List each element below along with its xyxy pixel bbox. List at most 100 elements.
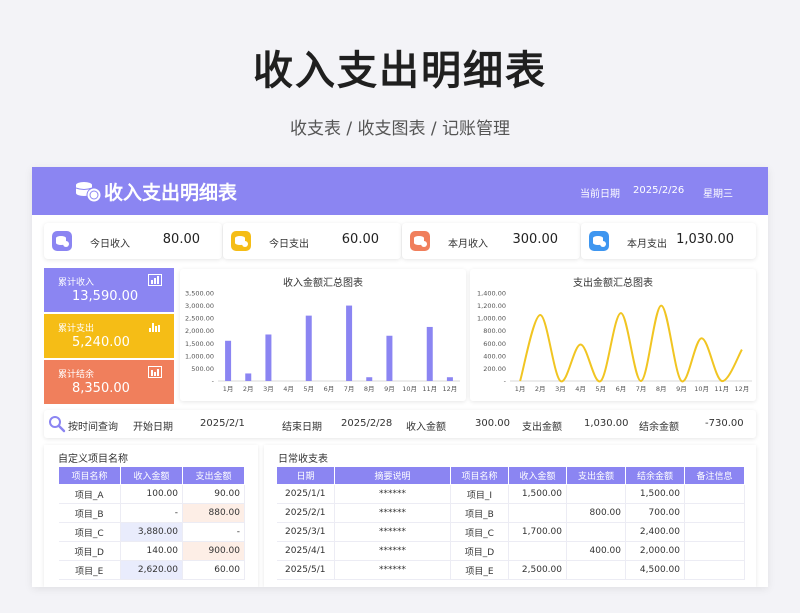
y-tick-label: 2,500.00 [185,315,214,323]
table-cell[interactable]: 900.00 [182,541,245,561]
table-cell[interactable]: 3,880.00 [120,522,183,542]
y-tick-label: - [212,378,215,386]
custom-items-panel: 自定义项目名称 项目名称 收入金额 支出金额 项目_A 100.00 90.00 项… [44,445,258,587]
table-cell[interactable]: 100.00 [120,484,183,504]
summary-value: 8,350.00 [72,381,130,396]
table-cell[interactable]: 2025/5/1 [276,560,335,580]
table-cell[interactable]: 60.00 [182,560,245,580]
table-cell[interactable]: 2025/4/1 [276,541,335,561]
x-tick-label: 9月 [676,385,687,393]
table-cell[interactable]: 项目_E [58,560,121,580]
column-header: 备注信息 [684,466,745,485]
search-icon[interactable] [48,415,66,433]
x-tick-label: 1月 [223,385,234,393]
table-cell[interactable]: 项目_C [58,522,121,542]
table-cell[interactable]: 400.00 [566,541,626,561]
column-header: 收入金额 [508,466,567,485]
table-cell[interactable]: 项目_B [450,503,509,523]
table-cell[interactable]: 800.00 [566,503,626,523]
table-row[interactable]: 2025/5/1 ****** 项目_E 2,500.00 4,500.00 [276,560,745,580]
table-row[interactable]: 2025/1/1 ****** 项目_I 1,500.00 1,500.00 [276,484,745,504]
table-cell[interactable]: 4,500.00 [625,560,685,580]
table-cell[interactable]: 项目_A [58,484,121,504]
panel-title: 日常收支表 [278,454,328,465]
table-cell[interactable]: 2025/1/1 [276,484,335,504]
table-row[interactable]: 项目_E 2,620.00 60.00 [58,560,245,580]
table-cell[interactable]: 项目_E [450,560,509,580]
table-cell[interactable]: 2,620.00 [120,560,183,580]
x-tick-label: 8月 [364,385,375,393]
column-header: 项目名称 [450,466,509,485]
table-cell[interactable]: 1,700.00 [508,522,567,542]
table-cell[interactable]: 项目_D [450,541,509,561]
expense-value: 1,030.00 [584,418,629,429]
y-tick-label: 3,500.00 [185,290,214,298]
table-cell[interactable]: - [182,522,245,542]
table-row[interactable]: 项目_B -880.00 [58,503,245,523]
table-cell[interactable]: 2,000.00 [625,541,685,561]
income-label: 收入金额 [406,422,446,433]
table-cell[interactable]: 1,500.00 [625,484,685,504]
custom-items-table: 项目名称 收入金额 支出金额 项目_A 100.00 90.00 项目_B -880.… [58,466,245,580]
income-chart-panel: 收入金额汇总图表 -500.00 1,000.00 1,500.00 2,000.00… [180,269,466,401]
stat-value: 60.00 [341,232,379,247]
summary-value: 5,240.00 [72,335,130,350]
table-cell[interactable] [566,560,626,580]
y-tick-label: 200.00 [483,365,506,373]
x-tick-label: 11月 [422,385,437,393]
table-cell[interactable]: 880.00 [182,503,245,523]
table-cell[interactable]: 2025/3/1 [276,522,335,542]
table-cell[interactable] [566,484,626,504]
y-tick-label: 1,400.00 [477,290,506,298]
table-row[interactable]: 项目_D 140.00 900.00 [58,541,245,561]
table-cell[interactable] [684,541,745,561]
table-row[interactable]: 2025/3/1 ****** 项目_C 1,700.00 2,400.00 [276,522,745,542]
chart-bar [426,326,433,381]
table-cell[interactable] [566,522,626,542]
table-cell[interactable]: ****** [334,484,451,504]
table-cell[interactable]: 1,500.00 [508,484,567,504]
table-cell[interactable] [684,484,745,504]
table-cell[interactable]: 90.00 [182,484,245,504]
summary-label: 累计结余 [58,370,95,380]
y-tick-label: 3,000.00 [185,302,214,310]
table-cell[interactable]: ****** [334,503,451,523]
table-row[interactable]: 项目_C 3,880.00- [58,522,245,542]
table-cell[interactable]: 项目_D [58,541,121,561]
y-tick-label: 800.00 [483,327,506,335]
table-cell[interactable]: - [120,503,183,523]
table-cell[interactable] [684,503,745,523]
table-cell[interactable]: 项目_C [450,522,509,542]
table-cell[interactable]: 2,400.00 [625,522,685,542]
chart-bar [305,315,312,381]
panel-title: 自定义项目名称 [58,454,128,465]
table-cell[interactable] [508,503,567,523]
y-tick-label: 600.00 [483,340,506,348]
table-cell[interactable]: ****** [334,541,451,561]
x-tick-label: 11月 [714,385,729,393]
x-tick-label: 3月 [263,385,274,393]
start-date-value[interactable]: 2025/2/1 [200,418,245,429]
table-cell[interactable] [684,522,745,542]
table-row[interactable]: 2025/4/1 ****** 项目_D 400.00 2,000.00 [276,541,745,561]
end-date-value[interactable]: 2025/2/28 [341,418,392,429]
x-tick-label: 1月 [515,385,526,393]
table-cell[interactable]: 2025/2/1 [276,503,335,523]
table-cell[interactable]: 700.00 [625,503,685,523]
table-cell[interactable] [508,541,567,561]
table-cell[interactable]: 140.00 [120,541,183,561]
table-row[interactable]: 项目_A 100.00 90.00 [58,484,245,504]
chart-bar [366,377,373,381]
page-subtitle: 收支表 / 收支图表 / 记账管理 [289,119,511,139]
chart-bar [265,334,272,381]
table-cell[interactable]: ****** [334,560,451,580]
coins-icon [52,231,72,251]
expense-line-chart: - 200.00 400.00 600.00 800.00 1,000.00 1,200.0… [477,290,752,393]
table-cell[interactable]: 项目_I [450,484,509,504]
table-cell[interactable] [684,560,745,580]
table-row[interactable]: 2025/2/1 ****** 项目_B 800.00 700.00 [276,503,745,523]
table-cell[interactable]: ****** [334,522,451,542]
table-cell[interactable]: 2,500.00 [508,560,567,580]
table-cell[interactable]: 项目_B [58,503,121,523]
column-header: 日期 [276,466,335,485]
